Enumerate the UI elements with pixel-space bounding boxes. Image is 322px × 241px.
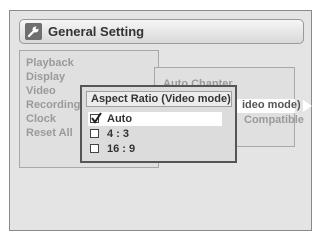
aspect-ratio-dialog: Aspect Ratio (Video mode) Auto 4 : 3 16 … — [80, 85, 237, 163]
menu-item-playback[interactable]: Playback — [26, 57, 74, 69]
title-bar: General Setting — [19, 19, 304, 44]
menu-item-recording[interactable]: Recording — [26, 99, 80, 111]
menu-item-video[interactable]: Video — [26, 85, 56, 97]
submenu-item-aspect-ratio[interactable]: ideo mode) — [242, 99, 301, 111]
option-4-3[interactable]: 4 : 3 — [88, 127, 222, 141]
option-label: 4 : 3 — [107, 128, 130, 140]
window-title: General Setting — [48, 24, 145, 39]
dialog-title: Aspect Ratio (Video mode) — [86, 91, 232, 107]
submenu-item-compatible[interactable]: Compatible — [244, 114, 304, 126]
menu-item-reset-all[interactable]: Reset All — [26, 127, 73, 139]
wrench-icon — [25, 23, 42, 40]
checkbox-icon[interactable] — [90, 129, 99, 138]
menu-item-display[interactable]: Display — [26, 71, 65, 83]
setup-screen: General Setting Playback Display Video R… — [9, 10, 312, 231]
arrow-right-icon — [303, 100, 312, 112]
option-label: 16 : 9 — [107, 143, 136, 155]
checkbox-checked-icon[interactable] — [90, 112, 102, 124]
option-16-9[interactable]: 16 : 9 — [88, 142, 222, 156]
menu-item-clock[interactable]: Clock — [26, 113, 56, 125]
option-label: Auto — [107, 113, 133, 125]
checkbox-icon[interactable] — [90, 144, 99, 153]
option-auto[interactable]: Auto — [88, 112, 222, 126]
